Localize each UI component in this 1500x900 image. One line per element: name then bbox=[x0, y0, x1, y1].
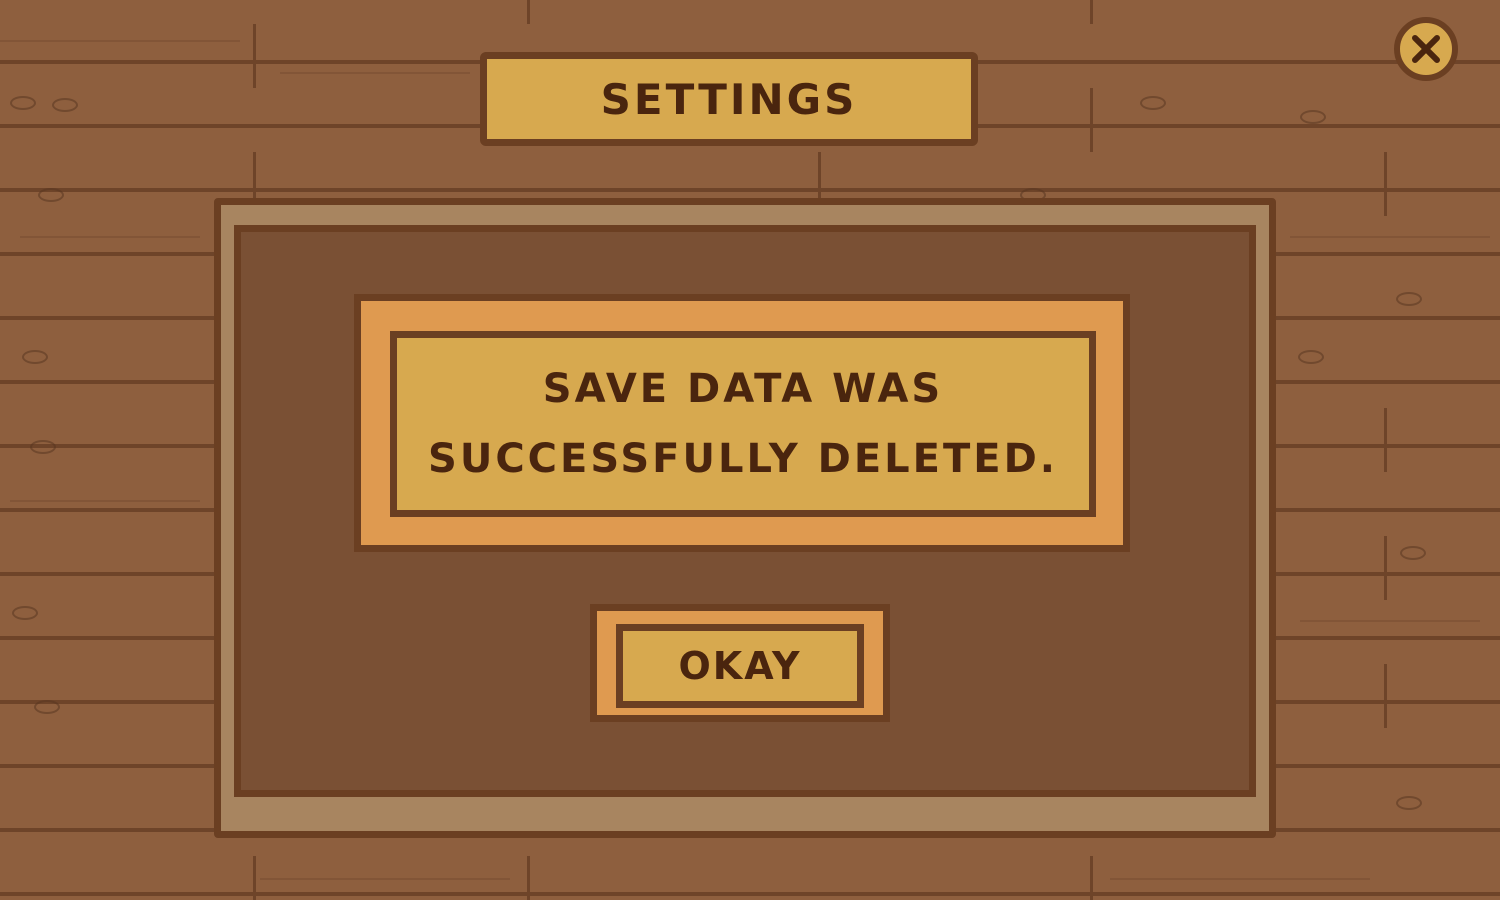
wood-grain bbox=[20, 236, 200, 238]
plank-seam bbox=[1384, 664, 1387, 728]
plank-seam bbox=[1384, 152, 1387, 216]
message-line-2: SUCCESSFULLY DELETED. bbox=[428, 436, 1058, 482]
plank-seam bbox=[527, 856, 530, 900]
wood-knot bbox=[1298, 350, 1324, 364]
wood-knot bbox=[1396, 292, 1422, 306]
wood-grain bbox=[1290, 236, 1490, 238]
wood-knot bbox=[1400, 546, 1426, 560]
wood-knot bbox=[1396, 796, 1422, 810]
close-button[interactable] bbox=[1394, 17, 1458, 81]
wood-grain bbox=[260, 878, 510, 880]
wood-grain bbox=[280, 72, 470, 74]
wood-grain bbox=[10, 500, 200, 502]
wood-knot bbox=[34, 700, 60, 714]
wood-knot bbox=[52, 98, 78, 112]
close-icon bbox=[1412, 35, 1440, 63]
okay-button[interactable]: OKAY bbox=[616, 624, 864, 708]
plank-seam bbox=[1090, 856, 1093, 900]
message-box: SAVE DATA WAS SUCCESSFULLY DELETED. bbox=[390, 331, 1096, 517]
wood-knot bbox=[10, 96, 36, 110]
wood-knot bbox=[1140, 96, 1166, 110]
wood-knot bbox=[30, 440, 56, 454]
plank-seam bbox=[1090, 0, 1093, 24]
wood-knot bbox=[12, 606, 38, 620]
plank-seam bbox=[253, 856, 256, 900]
wood-grain bbox=[1110, 878, 1370, 880]
title-plate: SETTINGS bbox=[480, 52, 978, 146]
page-title: SETTINGS bbox=[600, 74, 858, 124]
message-line-1: SAVE DATA WAS bbox=[542, 366, 944, 412]
wood-knot bbox=[38, 188, 64, 202]
plank-seam bbox=[1090, 88, 1093, 152]
plank-seam bbox=[1384, 536, 1387, 600]
wood-knot bbox=[1300, 110, 1326, 124]
wood-grain bbox=[1300, 620, 1480, 622]
plank-seam bbox=[527, 0, 530, 24]
plank-seam bbox=[1384, 408, 1387, 472]
wood-grain bbox=[0, 40, 240, 42]
okay-button-label: OKAY bbox=[678, 644, 802, 688]
plank-seam bbox=[253, 24, 256, 88]
wood-knot bbox=[22, 350, 48, 364]
